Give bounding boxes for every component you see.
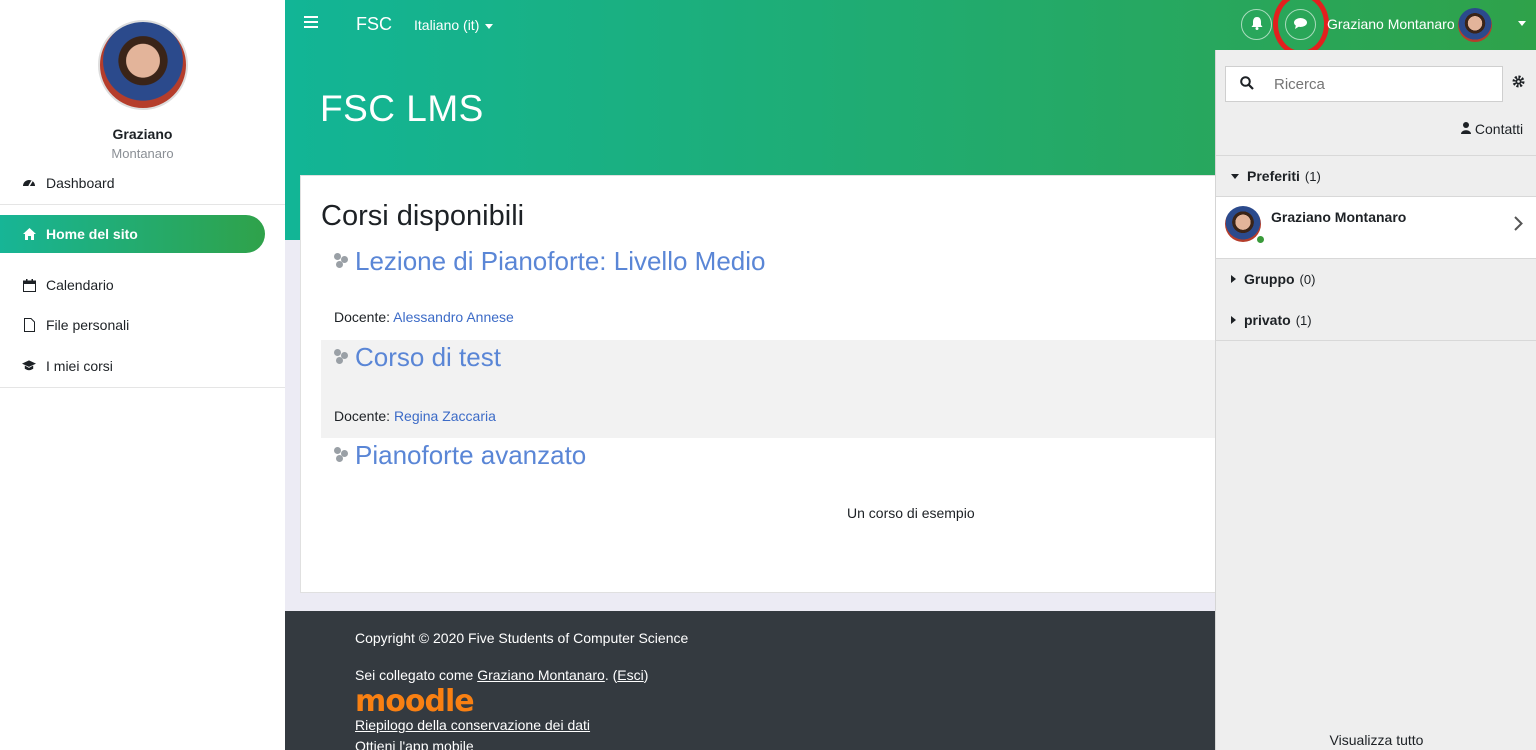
contact-name: Graziano Montanaro bbox=[1271, 209, 1407, 225]
course-link[interactable]: Pianoforte avanzato bbox=[355, 440, 586, 471]
caret-right-icon bbox=[1231, 316, 1236, 324]
sidebar-item-home[interactable]: Home del sito bbox=[0, 215, 265, 253]
group-label: privato bbox=[1244, 312, 1291, 328]
contacts-link[interactable]: Contatti bbox=[1461, 121, 1523, 137]
sidebar-item-dashboard[interactable]: Dashboard bbox=[0, 164, 285, 202]
calendar-icon bbox=[22, 278, 36, 292]
teacher-link[interactable]: Alessandro Annese bbox=[393, 309, 514, 325]
bell-icon bbox=[1251, 16, 1263, 33]
user-last-name: Montanaro bbox=[111, 146, 174, 161]
sidebar-item-label: I miei corsi bbox=[46, 358, 113, 374]
course-icon bbox=[334, 349, 350, 365]
logout-link[interactable]: Esci bbox=[617, 667, 643, 683]
course-teacher: Docente: Regina Zaccaria bbox=[334, 408, 496, 424]
left-sidebar: Graziano Montanaro Dashboard Home del si… bbox=[0, 0, 285, 750]
user-menu-avatar[interactable] bbox=[1458, 8, 1492, 42]
gear-icon[interactable] bbox=[1512, 75, 1525, 92]
contact-item[interactable]: Graziano Montanaro bbox=[1216, 197, 1536, 259]
group-group[interactable]: Gruppo (0) bbox=[1216, 259, 1536, 299]
profile-link[interactable]: Graziano Montanaro bbox=[477, 667, 605, 683]
course-summary: Un corso di esempio bbox=[847, 505, 975, 521]
drawer-search bbox=[1225, 66, 1503, 102]
highlight-ring bbox=[1273, 0, 1329, 56]
copyright-text: Copyright © 2020 Five Students of Comput… bbox=[355, 630, 689, 646]
logged-suffix: ) bbox=[643, 667, 649, 683]
file-icon bbox=[22, 318, 36, 332]
group-count: (1) bbox=[1295, 312, 1312, 328]
section-title: Corsi disponibili bbox=[321, 200, 525, 232]
caret-right-icon bbox=[1231, 275, 1236, 283]
dashboard-icon bbox=[22, 176, 36, 190]
home-icon bbox=[22, 227, 36, 241]
chevron-down-icon bbox=[485, 23, 494, 29]
teacher-label: Docente: bbox=[334, 309, 394, 325]
sidebar-divider bbox=[0, 204, 285, 205]
view-all-link[interactable]: Visualizza tutto bbox=[1216, 732, 1536, 748]
caret-down-icon bbox=[1231, 173, 1239, 179]
sidebar-item-label: Calendario bbox=[46, 277, 114, 293]
sidebar-item-my-courses[interactable]: I miei corsi bbox=[0, 347, 285, 385]
logged-in-info: Sei collegato come Graziano Montanaro. (… bbox=[355, 667, 648, 683]
teacher-link[interactable]: Regina Zaccaria bbox=[394, 408, 496, 424]
group-count: (1) bbox=[1304, 168, 1321, 184]
course-link[interactable]: Lezione di Pianoforte: Livello Medio bbox=[355, 246, 765, 277]
group-label: Gruppo bbox=[1244, 271, 1295, 287]
group-favorites[interactable]: Preferiti (1) bbox=[1216, 156, 1536, 196]
sidebar-divider bbox=[0, 387, 285, 388]
course-icon bbox=[334, 447, 350, 463]
sidebar-item-files[interactable]: File personali bbox=[0, 306, 285, 344]
graduation-cap-icon bbox=[22, 359, 36, 373]
user-icon bbox=[1461, 121, 1475, 137]
sidebar-item-calendar[interactable]: Calendario bbox=[0, 266, 285, 304]
user-menu-chevron-down-icon[interactable] bbox=[1518, 21, 1526, 26]
menu-toggle-icon[interactable] bbox=[304, 16, 318, 28]
user-first-name: Graziano bbox=[112, 126, 173, 142]
group-label: Preferiti bbox=[1247, 168, 1300, 184]
sidebar-item-label: File personali bbox=[46, 317, 130, 333]
sidebar-item-label: Dashboard bbox=[46, 175, 115, 191]
moodle-logo[interactable]: moodle bbox=[355, 684, 475, 719]
message-drawer: Contatti Preferiti (1) Graziano Montanar… bbox=[1215, 50, 1536, 750]
page-title: FSC LMS bbox=[320, 88, 484, 129]
course-teacher: Docente: Alessandro Annese bbox=[334, 309, 514, 325]
online-status-icon bbox=[1256, 235, 1265, 244]
drawer-divider bbox=[1216, 340, 1536, 341]
top-navbar: FSC Italiano (it) Graziano Montanaro bbox=[285, 0, 1536, 56]
language-label: Italiano (it) bbox=[414, 17, 480, 33]
group-count: (0) bbox=[1299, 271, 1316, 287]
group-private[interactable]: privato (1) bbox=[1216, 300, 1536, 340]
site-brand[interactable]: FSC bbox=[356, 14, 392, 35]
contacts-label: Contatti bbox=[1474, 121, 1524, 137]
teacher-label: Docente: bbox=[334, 408, 394, 424]
search-icon bbox=[1240, 76, 1254, 94]
data-retention-link[interactable]: Riepilogo della conservazione dei dati bbox=[355, 717, 590, 733]
logged-prefix: Sei collegato come bbox=[355, 667, 478, 683]
user-avatar[interactable] bbox=[98, 20, 188, 110]
mobile-app-link[interactable]: Ottieni l'app mobile bbox=[355, 738, 474, 750]
logged-mid: . ( bbox=[604, 667, 618, 683]
language-selector[interactable]: Italiano (it) bbox=[414, 17, 494, 33]
search-input[interactable] bbox=[1274, 74, 1494, 94]
chevron-right-icon bbox=[1514, 215, 1523, 236]
user-menu-name[interactable]: Graziano Montanaro bbox=[1327, 16, 1455, 32]
course-icon bbox=[334, 253, 350, 269]
sidebar-item-label: Home del sito bbox=[46, 226, 138, 242]
course-link[interactable]: Corso di test bbox=[355, 342, 501, 373]
notifications-button[interactable] bbox=[1241, 9, 1272, 40]
